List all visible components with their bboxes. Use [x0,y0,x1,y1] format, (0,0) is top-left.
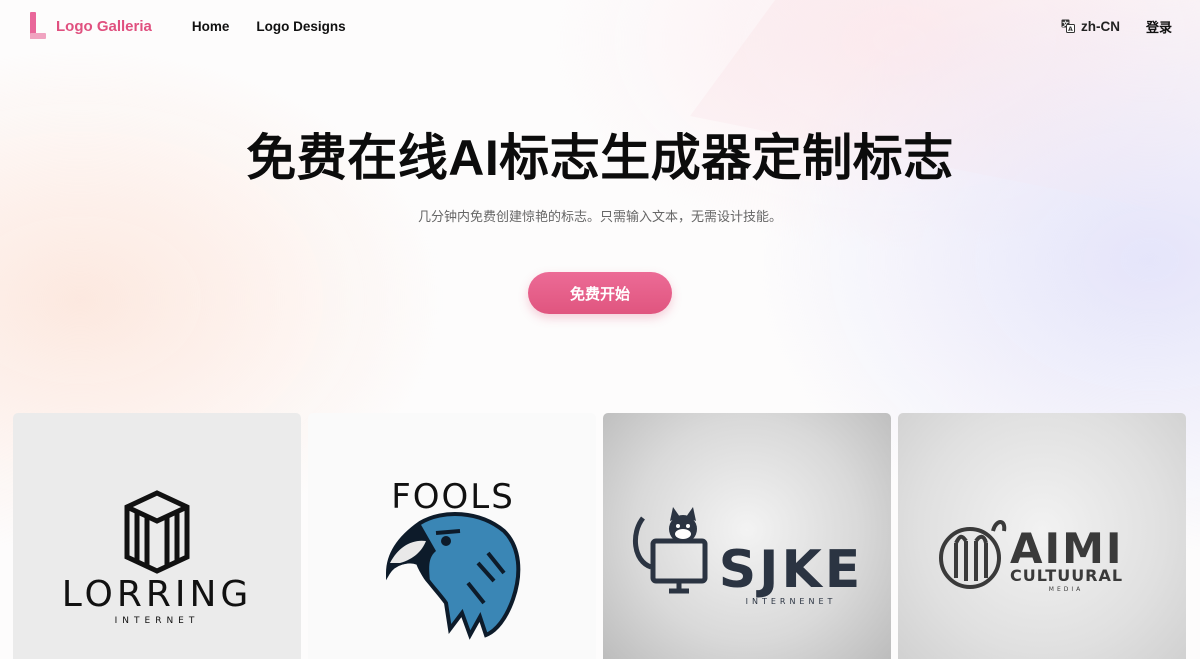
hero-section: 免费在线AI标志生成器定制标志 几分钟内免费创建惊艳的标志。只需输入文本，无需设… [0,120,1200,225]
cube-monogram-icon [124,490,190,574]
aimi-subtagline: MEDIA [1049,586,1083,593]
brand-name: Logo Galleria [56,17,152,35]
nav-item-home[interactable]: Home [192,19,230,34]
hero-title: 免费在线AI标志生成器定制标志 [246,130,954,186]
lorring-tagline: INTERNET [115,616,200,626]
language-switcher[interactable]: 文 A zh-CN [1061,19,1120,34]
circle-monogram-icon [939,520,1007,589]
right-nav: 文 A zh-CN 登录 [1061,17,1172,36]
svg-text:A: A [1068,26,1073,33]
eagle-head-icon [385,512,521,640]
brand-logo-link[interactable]: Logo Galleria [28,11,152,41]
lorring-wordmark: LORRING [62,574,253,615]
gallery-card-lorring[interactable]: LORRING INTERNET [13,413,301,659]
sjke-wordmark: SJKE [719,540,864,600]
login-link[interactable]: 登录 [1146,17,1172,36]
sjke-tagline: INTERNENET [746,597,837,606]
gallery-card-aimi[interactable]: AIMI CULTUURAL MEDIA [898,413,1186,659]
gallery-card-fools[interactable]: FOOLS [308,413,596,659]
gallery-card-sjke[interactable]: SJKE INTERNENET [603,413,891,659]
fools-wordmark: FOOLS [391,477,515,517]
start-free-button[interactable]: 免费开始 [528,272,672,314]
brand-logo-icon [28,11,48,41]
language-label: zh-CN [1080,18,1120,34]
logo-gallery: LORRING INTERNET FOOLS SJKE INTERNENET A… [13,413,1187,659]
top-navbar: Logo Galleria Home Logo Designs 文 A zh-C… [0,0,1200,52]
hero-subtitle: 几分钟内免费创建惊艳的标志。只需输入文本，无需设计技能。 [417,209,782,224]
nav-item-logo-designs[interactable]: Logo Designs [256,19,345,34]
main-nav: Home Logo Designs [192,19,346,34]
cat-on-monitor-icon [632,507,708,594]
translate-icon: 文 A [1061,19,1075,33]
aimi-tagline: CULTUURAL [1010,566,1123,585]
